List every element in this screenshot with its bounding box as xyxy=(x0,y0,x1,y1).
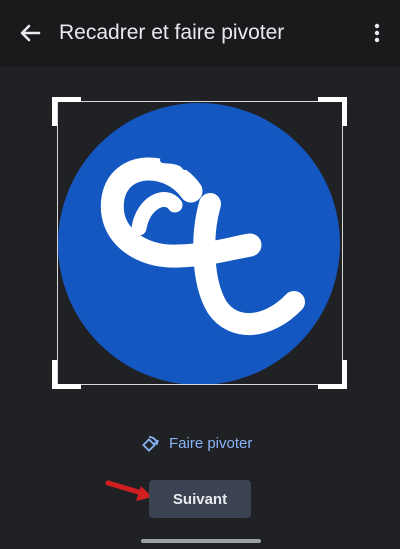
back-button[interactable] xyxy=(14,18,46,48)
rotate-label: Faire pivoter xyxy=(169,435,253,452)
rotate-button[interactable]: Faire pivoter xyxy=(140,431,252,457)
crop-handle-bottom-right[interactable] xyxy=(318,360,347,389)
page-title: Recadrer et faire pivoter xyxy=(59,21,285,44)
annotation-arrow-icon xyxy=(105,480,152,501)
crop-handle-top-left[interactable] xyxy=(52,97,81,126)
rotate-icon xyxy=(142,436,159,452)
crop-area[interactable] xyxy=(52,97,347,389)
crop-handle-top-right[interactable] xyxy=(318,97,347,126)
crop-handle-bottom-left[interactable] xyxy=(52,360,81,389)
crop-rotate-screen: Recadrer et faire pivoter Faire pivoter … xyxy=(0,0,400,549)
more-options-button[interactable] xyxy=(364,18,390,48)
app-bar: Recadrer et faire pivoter xyxy=(0,0,400,66)
navigation-handle[interactable] xyxy=(141,539,261,543)
more-vert-icon xyxy=(374,23,380,43)
arrow-back-icon xyxy=(20,24,41,42)
logo-image xyxy=(58,103,340,385)
next-button[interactable]: Suivant xyxy=(149,480,251,518)
